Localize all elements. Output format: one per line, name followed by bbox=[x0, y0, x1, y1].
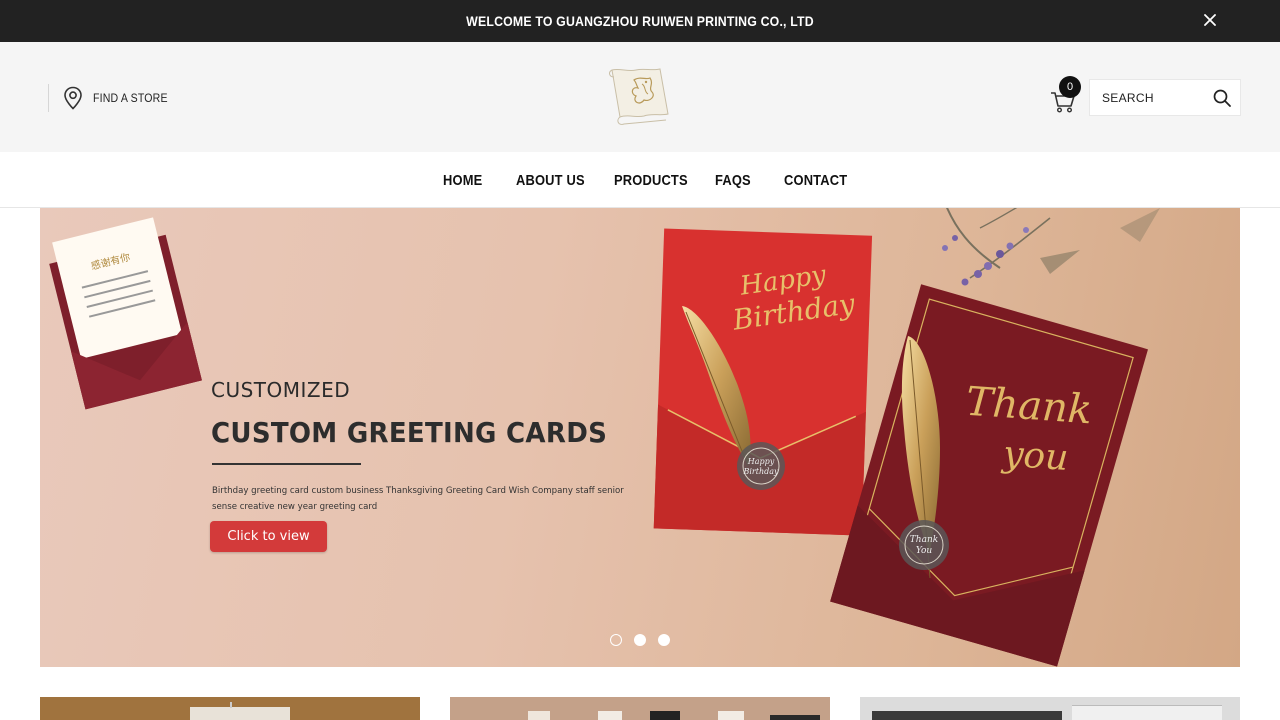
hero-title: CUSTOM GREETING CARDS bbox=[211, 416, 608, 449]
announcement-bar: WELCOME TO GUANGZHOU RUIWEN PRINTING CO.… bbox=[0, 0, 1280, 42]
location-pin-icon bbox=[64, 86, 82, 110]
svg-text:Thank: Thank bbox=[964, 379, 1093, 434]
svg-text:you: you bbox=[1000, 433, 1070, 479]
svg-text:Birthday: Birthday bbox=[742, 467, 779, 476]
cart-count-badge: 0 bbox=[1059, 76, 1081, 98]
slide-dot-2[interactable] bbox=[634, 634, 646, 646]
nav-about-us[interactable]: ABOUT US bbox=[516, 172, 585, 189]
search-input[interactable] bbox=[1102, 89, 1210, 107]
nav-faqs[interactable]: FAQS bbox=[715, 172, 751, 189]
find-a-store-label: FIND A STORE bbox=[93, 91, 168, 105]
svg-text:Happy: Happy bbox=[747, 457, 775, 466]
find-a-store-link[interactable]: FIND A STORE bbox=[48, 84, 178, 112]
svg-text:Thank: Thank bbox=[910, 535, 938, 545]
product-thumbnail[interactable] bbox=[450, 697, 830, 720]
nav-home[interactable]: HOME bbox=[443, 172, 482, 189]
hero-kicker: CUSTOMIZED bbox=[211, 378, 351, 402]
svg-text:You: You bbox=[916, 546, 933, 556]
hero-banner[interactable]: 感谢有你 Happy Birthday Happy Birthday Thank… bbox=[40, 208, 1240, 667]
main-nav: HOME ABOUT US PRODUCTS FAQS CONTACT bbox=[0, 152, 1280, 208]
announcement-text: WELCOME TO GUANGZHOU RUIWEN PRINTING CO.… bbox=[466, 13, 814, 29]
click-to-view-button[interactable]: Click to view bbox=[210, 521, 327, 552]
scroll-logo-icon[interactable] bbox=[606, 66, 674, 130]
hero-description: Birthday greeting card custom business T… bbox=[212, 486, 624, 512]
slide-dot-3[interactable] bbox=[658, 634, 670, 646]
site-header: FIND A STORE 0 bbox=[0, 42, 1280, 152]
product-thumbnail[interactable] bbox=[860, 697, 1240, 720]
close-icon[interactable] bbox=[1199, 9, 1221, 31]
slide-dot-1[interactable] bbox=[610, 634, 622, 646]
search-icon[interactable] bbox=[1212, 88, 1232, 108]
hero-divider bbox=[212, 463, 361, 465]
nav-contact[interactable]: CONTACT bbox=[784, 172, 847, 189]
product-thumbnail[interactable] bbox=[40, 697, 420, 720]
slider-dots bbox=[610, 634, 670, 646]
search-box bbox=[1089, 79, 1241, 116]
nav-products[interactable]: PRODUCTS bbox=[614, 172, 688, 189]
